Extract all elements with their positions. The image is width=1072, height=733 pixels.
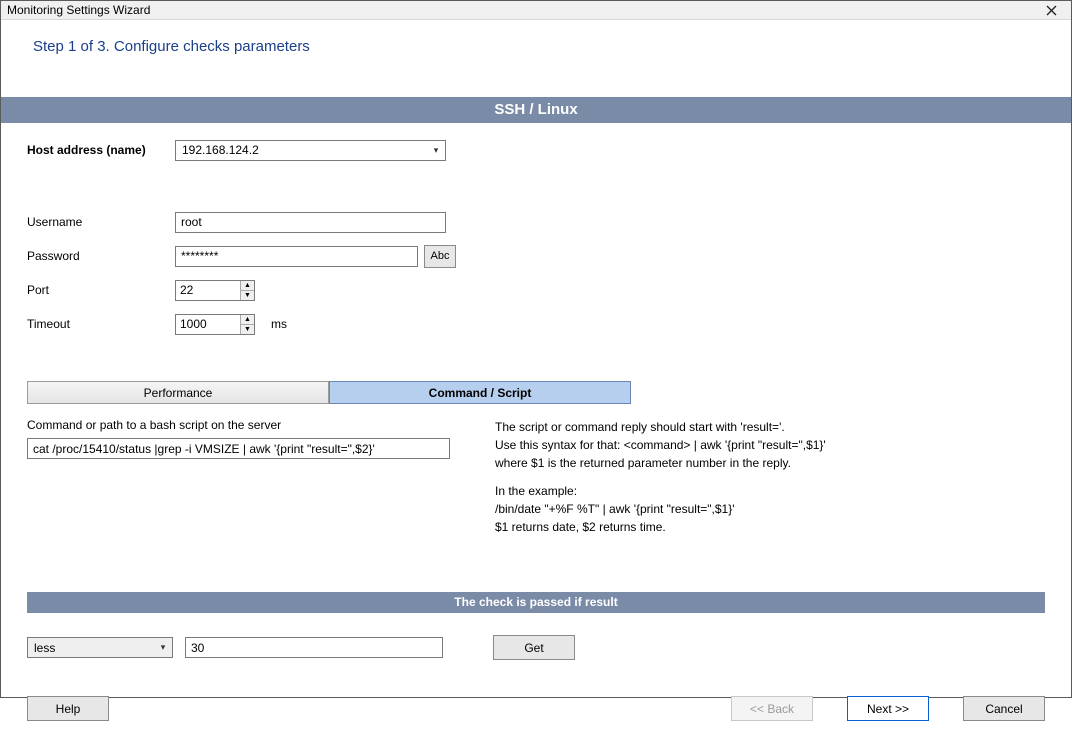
password-label: Password	[27, 249, 175, 263]
help-button-label: Help	[56, 702, 81, 716]
back-button-label: << Back	[750, 702, 794, 716]
get-button[interactable]: Get	[493, 635, 575, 660]
timeout-label: Timeout	[27, 317, 175, 331]
spinner-down-icon[interactable]: ▼	[241, 291, 254, 300]
username-input[interactable]	[175, 212, 446, 233]
command-label: Command or path to a bash script on the …	[27, 418, 487, 432]
cancel-button[interactable]: Cancel	[963, 696, 1045, 721]
next-button-label: Next >>	[867, 702, 909, 716]
tab-command-label: Command / Script	[429, 386, 532, 400]
close-icon	[1046, 5, 1057, 16]
command-input[interactable]	[27, 438, 450, 459]
cancel-button-label: Cancel	[985, 702, 1022, 716]
reveal-password-button[interactable]: Abc	[424, 245, 456, 268]
footer: Help << Back Next >> Cancel	[1, 660, 1071, 733]
help-line: In the example:	[495, 482, 1045, 500]
host-value: 192.168.124.2	[182, 143, 259, 157]
step-row: Step 1 of 3. Configure checks parameters	[1, 20, 1071, 97]
check-header: The check is passed if result	[27, 592, 1045, 613]
tab-performance[interactable]: Performance	[27, 381, 329, 404]
wizard-window: Monitoring Settings Wizard Step 1 of 3. …	[0, 0, 1072, 698]
chevron-down-icon: ▾	[427, 145, 445, 156]
back-button[interactable]: << Back	[731, 696, 813, 721]
help-line: The script or command reply should start…	[495, 418, 1045, 436]
help-line: where $1 is the returned parameter numbe…	[495, 454, 1045, 472]
command-section: Command or path to a bash script on the …	[27, 418, 1045, 536]
port-label: Port	[27, 283, 175, 297]
section-header: SSH / Linux	[1, 97, 1071, 123]
tab-command[interactable]: Command / Script	[329, 381, 631, 404]
spinner-up-icon[interactable]: ▲	[241, 281, 254, 291]
spinner-up-icon[interactable]: ▲	[241, 315, 254, 325]
help-button[interactable]: Help	[27, 696, 109, 721]
help-line: /bin/date "+%F %T" | awk '{print "result…	[495, 500, 1045, 518]
host-label: Host address (name)	[27, 143, 175, 157]
form-body: Host address (name) 192.168.124.2 ▾ User…	[1, 123, 1071, 660]
port-spinner[interactable]: ▲ ▼	[175, 280, 255, 301]
step-text: Step 1 of 3. Configure checks parameters	[33, 38, 310, 55]
condition-select[interactable]: less ▾	[27, 637, 173, 658]
mode-tabs: Performance Command / Script	[27, 381, 631, 404]
spinner-down-icon[interactable]: ▼	[241, 325, 254, 334]
condition-value: less	[34, 641, 55, 655]
username-label: Username	[27, 215, 175, 229]
timeout-spinner[interactable]: ▲ ▼	[175, 314, 255, 335]
help-line: $1 returns date, $2 returns time.	[495, 518, 1045, 536]
close-button[interactable]	[1035, 1, 1067, 19]
get-button-label: Get	[524, 641, 543, 655]
help-line: Use this syntax for that: <command> | aw…	[495, 436, 1045, 454]
window-title: Monitoring Settings Wizard	[7, 3, 150, 17]
timeout-unit: ms	[271, 317, 287, 331]
host-combobox[interactable]: 192.168.124.2 ▾	[175, 140, 446, 161]
tab-performance-label: Performance	[144, 386, 213, 400]
password-input[interactable]	[175, 246, 418, 267]
abc-label: Abc	[431, 250, 450, 262]
help-text: The script or command reply should start…	[487, 418, 1045, 536]
check-row: less ▾ Get	[27, 635, 1045, 660]
threshold-input[interactable]	[185, 637, 443, 658]
timeout-value[interactable]	[176, 315, 240, 334]
port-value[interactable]	[176, 281, 240, 300]
titlebar: Monitoring Settings Wizard	[1, 1, 1071, 20]
next-button[interactable]: Next >>	[847, 696, 929, 721]
chevron-down-icon: ▾	[154, 642, 172, 653]
